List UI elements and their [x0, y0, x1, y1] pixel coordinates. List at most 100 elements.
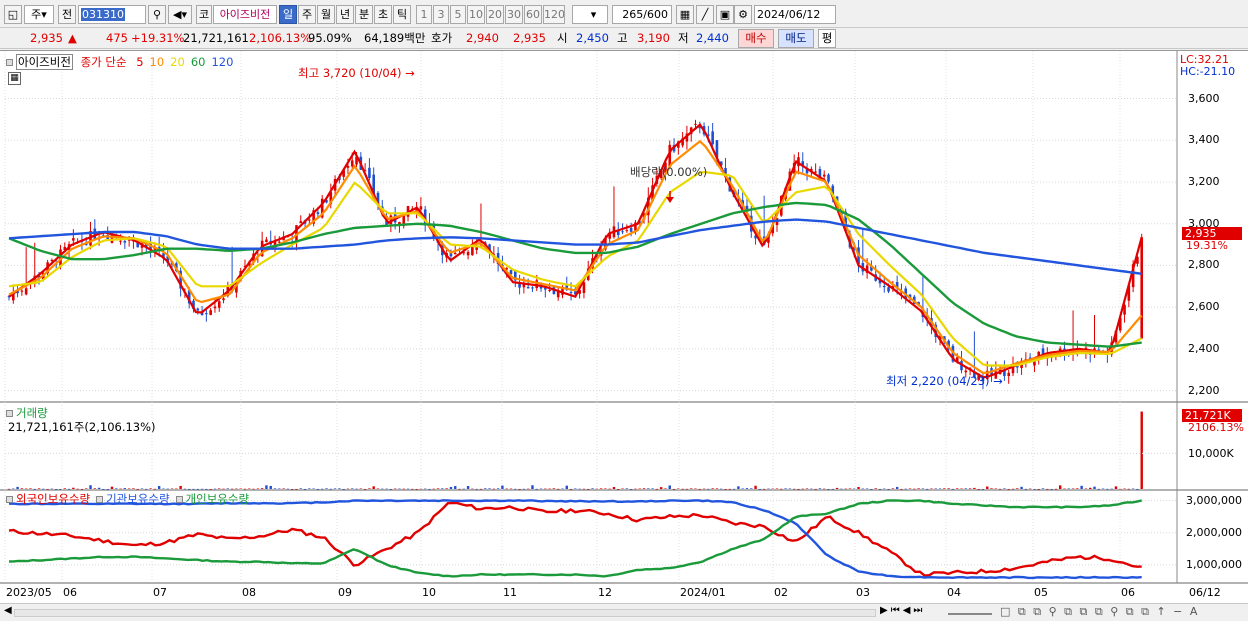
period-tab-3[interactable]: 년 — [336, 5, 354, 24]
ma-label: 종가 단순 — [80, 55, 127, 69]
speaker-icon[interactable]: ◀▾ — [168, 5, 192, 24]
period-tab-1[interactable]: 주 — [298, 5, 316, 24]
interval-tab-120[interactable]: 120 — [543, 5, 565, 24]
buy-button[interactable]: 매수 — [738, 29, 774, 48]
interval-tab-5[interactable]: 5 — [450, 5, 466, 24]
interval-tab-30[interactable]: 30 — [505, 5, 523, 24]
volume-bar — [973, 487, 976, 489]
price-y-tick: 3,400 — [1188, 133, 1220, 147]
volume-bar — [454, 486, 457, 489]
volume-bar — [865, 488, 869, 490]
volume-bar — [621, 488, 624, 489]
volume-bar — [990, 488, 993, 489]
save-icon[interactable]: ▣ — [716, 5, 734, 24]
x-tick-label: 2024/01 — [680, 586, 726, 599]
volume-bar — [132, 488, 135, 489]
date-field[interactable]: 2024/06/12 — [754, 5, 836, 24]
volume-bar — [157, 486, 161, 489]
market-type-select[interactable]: 주▾ — [24, 5, 54, 24]
prev-button[interactable]: 전 — [58, 5, 76, 24]
gear-icon[interactable]: ⚙ — [734, 5, 752, 24]
search-icon[interactable]: ⚲ — [148, 5, 166, 24]
volume-bar — [595, 488, 599, 490]
period-tab-4[interactable]: 분 — [355, 5, 373, 24]
volume-pct-tag: 2106.13% — [1188, 421, 1244, 434]
volume-bar — [355, 488, 358, 490]
interval-tab-20[interactable]: 20 — [486, 5, 504, 24]
volume-bar — [54, 488, 58, 490]
period-tab-5[interactable]: 초 — [374, 5, 392, 24]
view-tool-icons[interactable]: □ ⧉ ⧉ ⚲ ⧉ ⧉ ⧉ ⚲ ⧉ ⧉ ↑ − A — [1000, 605, 1199, 619]
volume-bar — [548, 488, 551, 490]
volume-bar — [745, 488, 749, 489]
high-label: 고 — [617, 31, 628, 45]
volume-bar — [720, 488, 723, 490]
volume-bar — [951, 488, 955, 490]
volume-bar — [518, 488, 521, 490]
volume-bar — [359, 488, 363, 490]
volume-bar — [312, 488, 315, 490]
volume-bar — [707, 488, 710, 490]
scrollbar-track[interactable] — [14, 609, 876, 617]
line-tool-icon[interactable]: ╱ — [696, 5, 714, 24]
volume-bar — [419, 488, 423, 490]
volume-bar — [479, 488, 483, 490]
volume-bar — [389, 488, 393, 490]
volume-bar — [376, 488, 380, 490]
volume-bar — [492, 488, 496, 490]
period-tab-0[interactable]: 일 — [279, 5, 297, 24]
period-tab-6[interactable]: 틱 — [393, 5, 411, 24]
interval-tab-10[interactable]: 10 — [467, 5, 485, 24]
period-tab-2[interactable]: 월 — [317, 5, 335, 24]
calculator-icon[interactable]: ▦ — [8, 72, 21, 85]
volume-bar — [977, 488, 980, 490]
x-tick-label: 2023/05 — [6, 586, 52, 599]
volume-bar — [582, 488, 586, 490]
ask-value: 2,940 — [466, 31, 499, 45]
volume-bar — [861, 488, 865, 490]
candle-body — [308, 219, 311, 221]
x-tick-label: 03 — [856, 586, 870, 599]
code-input[interactable]: 031310 — [78, 5, 146, 24]
scroll-nav-icons[interactable]: ▶⏮◀⏭ — [880, 605, 925, 616]
volume-bar — [647, 488, 650, 489]
count-field[interactable]: 265/600 — [612, 5, 672, 24]
candle-body — [196, 308, 200, 311]
volume-bar — [599, 488, 603, 489]
volume-bar — [393, 488, 397, 490]
volume-bar — [136, 488, 139, 490]
interval-tab-1[interactable]: 1 — [416, 5, 432, 24]
volume-value: 21,721,161 — [183, 31, 249, 45]
price-legend: 아이즈비전 종가 단순 5 10 20 60 120 — [6, 54, 233, 70]
volume-bar — [681, 488, 684, 490]
interval-tab-60[interactable]: 60 — [524, 5, 542, 24]
interval-custom-select[interactable]: ▾ — [572, 5, 608, 24]
volume-bar — [1119, 488, 1122, 490]
volume-bar — [634, 488, 637, 490]
interval-tab-3[interactable]: 3 — [433, 5, 449, 24]
ma-period-60: 60 — [190, 55, 206, 69]
volume-bar — [265, 485, 268, 489]
volume-bar — [904, 488, 907, 490]
volume-bar — [115, 488, 118, 489]
volume-bar — [286, 488, 290, 490]
holdings-legend-item: 외국인보유수량 — [16, 492, 91, 506]
volume-bar — [883, 488, 886, 490]
candle-body — [711, 131, 714, 145]
zoom-slider[interactable] — [948, 609, 992, 615]
volume-bar — [943, 488, 946, 489]
candle-body — [471, 246, 474, 256]
volume-bar — [767, 488, 770, 490]
holdings-legend-item: 개인보유수량 — [185, 492, 250, 506]
ma-period-5: 5 — [136, 55, 144, 69]
scroll-left-icon[interactable]: ◀ — [4, 605, 12, 616]
volume-bar — [724, 488, 727, 490]
sell-button[interactable]: 매도 — [778, 29, 814, 48]
chart-tools-icon[interactable]: ▦ — [676, 5, 694, 24]
avg-button[interactable]: 평 — [818, 29, 836, 48]
window-icon[interactable]: ◱ — [4, 5, 22, 24]
volume-bar — [252, 488, 255, 490]
volume-bar — [522, 488, 526, 490]
volume-bar — [625, 488, 629, 489]
volume-bar — [535, 488, 538, 490]
